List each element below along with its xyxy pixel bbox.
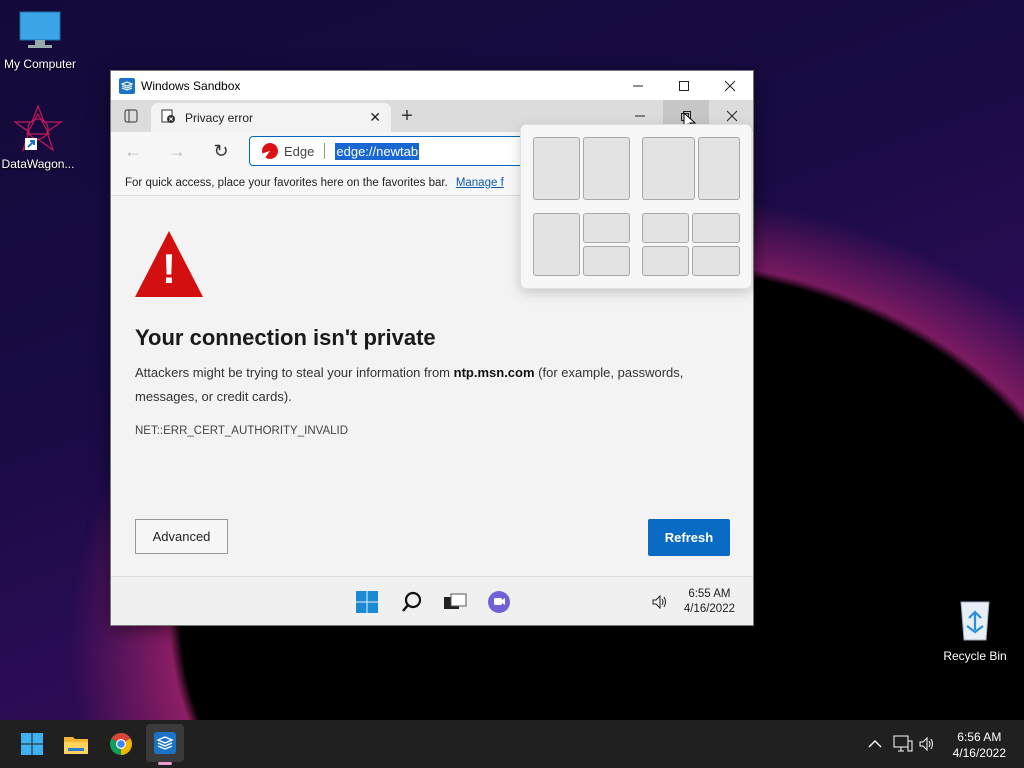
task-view-icon	[444, 593, 467, 609]
taskbar-clock[interactable]: 6:56 AM 4/16/2022	[953, 729, 1006, 761]
sandbox-close-button[interactable]	[707, 71, 753, 100]
edge-logo-icon	[262, 143, 278, 159]
sandbox-app-icon	[119, 77, 135, 94]
file-explorer-button[interactable]	[63, 731, 89, 757]
snap-layout-third-right[interactable]	[698, 137, 740, 200]
error-host: ntp.msn.com	[453, 365, 535, 380]
refresh-page-button[interactable]: Refresh	[648, 519, 730, 556]
sandbox-titlebar[interactable]: Windows Sandbox	[111, 71, 753, 100]
error-description: Attackers might be trying to steal your …	[135, 361, 735, 409]
sandbox-title: Windows Sandbox	[141, 78, 241, 93]
new-tab-button[interactable]: +	[391, 100, 423, 132]
minimize-icon	[635, 115, 645, 117]
sandbox-time: 6:55 AM	[688, 588, 731, 600]
chrome-icon	[110, 733, 132, 755]
desktop-icon-label: DataWagon...	[1, 157, 75, 171]
datawagon-logo-icon	[13, 104, 63, 152]
snap-layout-twothirds-left[interactable]	[642, 137, 695, 200]
taskbar-time: 6:56 AM	[957, 730, 1002, 744]
sandbox-icon	[154, 732, 176, 754]
sandbox-clock[interactable]: 6:55 AM 4/16/2022	[684, 587, 735, 617]
desktop-icon-recycle-bin[interactable]: Recycle Bin	[935, 596, 1015, 663]
chevron-up-icon	[868, 740, 882, 748]
refresh-icon: ↻	[213, 140, 229, 161]
back-button[interactable]: ←	[111, 132, 155, 170]
active-app-indicator	[158, 762, 172, 765]
windows-sandbox-taskbar-button[interactable]	[146, 724, 184, 762]
volume-icon[interactable]	[915, 731, 941, 757]
error-code: NET::ERR_CERT_AUTHORITY_INVALID	[135, 425, 349, 437]
show-hidden-icons-button[interactable]	[862, 731, 888, 757]
sandbox-date: 4/16/2022	[683, 603, 735, 615]
search-icon	[402, 591, 422, 612]
sandbox-taskbar: 6:55 AM 4/16/2022	[111, 576, 753, 625]
snap-layout-quad-bottom-right[interactable]	[692, 246, 740, 276]
privacy-error-icon	[161, 109, 175, 126]
chat-icon	[488, 591, 510, 613]
snap-layout-quad-bottom-left[interactable]	[642, 246, 689, 276]
minimize-icon	[633, 85, 643, 86]
snap-layouts-flyout	[520, 124, 752, 289]
snap-layout-half-left[interactable]	[533, 137, 580, 200]
advanced-button[interactable]: Advanced	[135, 519, 228, 554]
folder-icon	[64, 737, 88, 754]
error-title: Your connection isn't private	[135, 325, 436, 350]
desktop-icon-label: My Computer	[3, 57, 77, 71]
taskbar: 6:56 AM 4/16/2022	[0, 720, 1024, 768]
error-body-prefix: Attackers might be trying to steal your …	[135, 365, 454, 380]
start-button[interactable]	[19, 731, 45, 757]
address-url[interactable]: edge://newtab	[335, 142, 420, 160]
windows-logo-icon	[21, 733, 43, 755]
manage-favorites-link[interactable]: Manage f	[456, 177, 504, 189]
network-icon[interactable]	[890, 731, 916, 757]
snap-layout-quad-top-left[interactable]	[642, 213, 689, 243]
monitor-icon	[19, 11, 61, 48]
sandbox-minimize-button[interactable]	[615, 71, 661, 100]
omnibox-separator	[324, 143, 326, 159]
snap-layout-top-right[interactable]	[583, 213, 630, 243]
desktop-icon-label: Recycle Bin	[943, 649, 1007, 663]
snap-layout-bottom-right[interactable]	[583, 246, 630, 276]
windows-logo-icon	[356, 591, 378, 613]
omnibox-label: Edge	[284, 143, 315, 159]
forward-arrow-icon: →	[168, 140, 186, 161]
search-button[interactable]	[399, 589, 425, 615]
tab-actions-icon	[124, 109, 138, 123]
maximize-icon	[679, 80, 689, 91]
volume-icon[interactable]	[647, 589, 673, 615]
start-button[interactable]	[354, 589, 380, 615]
tab-privacy-error[interactable]: Privacy error ✕	[151, 103, 391, 132]
task-view-button[interactable]	[442, 589, 468, 615]
close-icon	[724, 80, 736, 91]
snap-layout-half-right[interactable]	[583, 137, 630, 200]
back-arrow-icon: ←	[124, 140, 142, 161]
tab-title: Privacy error	[185, 110, 254, 125]
refresh-button[interactable]: ↻	[199, 132, 243, 170]
forward-button[interactable]: →	[155, 132, 199, 170]
address-bar[interactable]: Edge edge://newtab	[249, 136, 551, 166]
warning-exclamation: !	[162, 245, 176, 292]
close-icon	[726, 110, 738, 122]
favorites-bar-text: For quick access, place your favorites h…	[125, 176, 448, 189]
taskbar-date: 4/16/2022	[952, 746, 1006, 760]
tab-close-icon[interactable]: ✕	[369, 109, 381, 126]
desktop-icon-my-computer[interactable]: My Computer	[0, 10, 80, 71]
plus-icon: +	[401, 104, 413, 127]
snap-layout-quad-top-right[interactable]	[692, 213, 740, 243]
snap-layout-left-column[interactable]	[533, 213, 580, 276]
teams-chat-button[interactable]	[486, 589, 512, 615]
recycle-bin-icon	[960, 601, 990, 641]
sandbox-maximize-button[interactable]	[661, 71, 707, 100]
chrome-button[interactable]	[108, 731, 134, 757]
tab-actions-button[interactable]	[111, 100, 151, 132]
desktop-icon-datawagon[interactable]: DataWagon...	[0, 104, 78, 171]
